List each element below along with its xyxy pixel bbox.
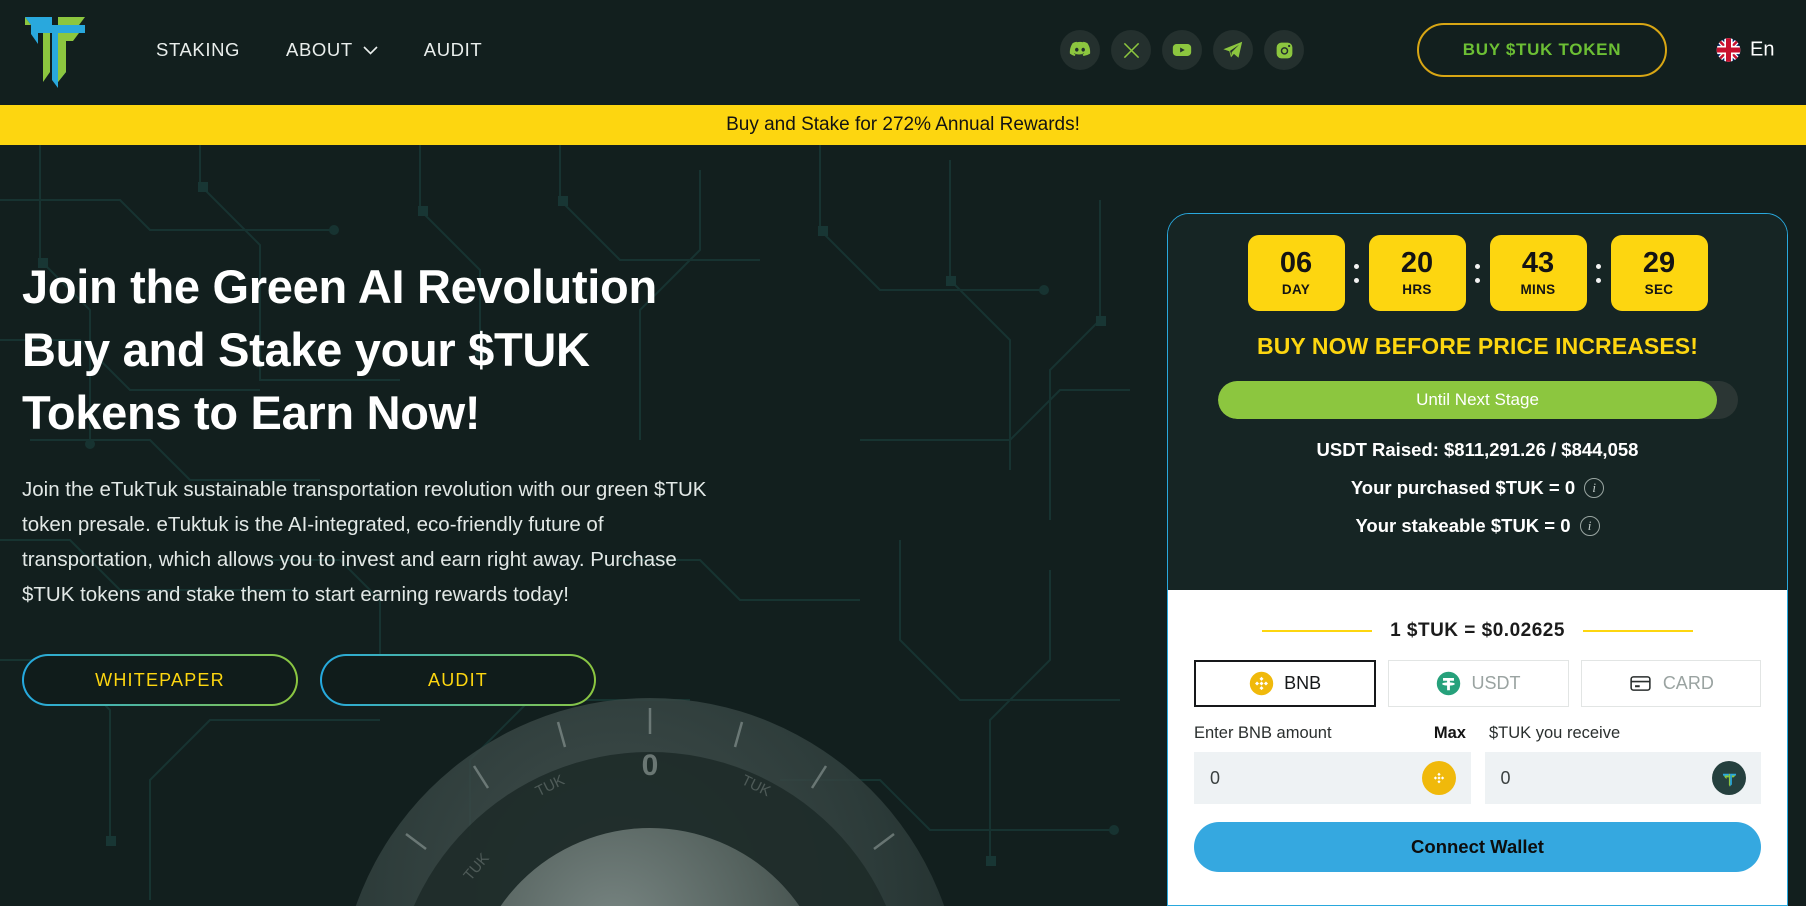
heading-line-3: Tokens to Earn Now! — [22, 386, 481, 439]
usdt-icon — [1437, 671, 1461, 696]
nav-item-staking[interactable]: STAKING — [156, 39, 240, 61]
field-labels-row: Enter BNB amount Max $TUK you receive — [1194, 724, 1761, 743]
purchase-form: 1 $TUK = $0.02625 BNB USDT CARD Enter BN… — [1168, 590, 1787, 905]
countdown-timer: 06 DAY 20 HRS 43 MINS 29 SEC — [1168, 235, 1787, 311]
card-icon — [1630, 676, 1651, 691]
nav-label-about: ABOUT — [286, 39, 353, 60]
stakeable-info-icon[interactable]: i — [1579, 516, 1600, 536]
rate-divider-right — [1582, 630, 1693, 632]
telegram-link[interactable] — [1213, 30, 1253, 70]
buy-now-headline: BUY NOW BEFORE PRICE INCREASES! — [1257, 333, 1698, 359]
countdown-minutes-value: 43 — [1521, 247, 1555, 279]
audit-button[interactable]: AUDIT — [320, 654, 596, 706]
instagram-link[interactable] — [1264, 30, 1304, 70]
nav-label-audit: AUDIT — [423, 39, 483, 60]
stakeable-tuk-text: Your stakeable $TUK = 0 — [1355, 515, 1571, 536]
language-selector[interactable]: En — [1716, 38, 1774, 63]
pay-amount-field[interactable] — [1194, 752, 1471, 804]
telegram-icon — [1223, 41, 1243, 58]
payment-tab-card[interactable]: CARD — [1580, 660, 1761, 707]
nav-item-about[interactable]: ABOUT — [286, 39, 378, 61]
tuk-field-icon — [1712, 761, 1746, 795]
uk-flag-icon — [1716, 38, 1741, 62]
heading-line-2: Buy and Stake your $TUK — [22, 323, 590, 376]
purchased-info-icon[interactable]: i — [1584, 478, 1605, 498]
site-header: STAKING ABOUT AUDIT BUY $TUK TOKEN En — [0, 0, 1806, 100]
countdown-separator — [1587, 235, 1611, 311]
instagram-icon — [1276, 42, 1292, 58]
discord-link[interactable] — [1060, 30, 1100, 70]
svg-text:0: 0 — [642, 749, 659, 782]
usdt-raised-stat: USDT Raised: $811,291.26 / $844,058 — [1168, 439, 1787, 461]
whitepaper-button-label: WHITEPAPER — [23, 655, 297, 705]
presale-progress-bar: Until Next Stage — [1217, 381, 1738, 419]
countdown-days: 06 DAY — [1247, 235, 1345, 311]
countdown-days-unit: DAY — [1281, 282, 1311, 297]
buy-tuk-token-button[interactable]: BUY $TUK TOKEN — [1417, 23, 1667, 77]
payment-tab-bnb-label: BNB — [1284, 673, 1322, 693]
amount-fields-row — [1194, 752, 1761, 804]
countdown-hours-unit: HRS — [1402, 282, 1432, 297]
purchased-tuk-text: Your purchased $TUK = 0 — [1350, 477, 1576, 498]
x-twitter-link[interactable] — [1111, 30, 1151, 70]
countdown-seconds-value: 29 — [1642, 247, 1676, 279]
payment-method-tabs: BNB USDT CARD — [1194, 660, 1761, 707]
token-rate-row: 1 $TUK = $0.02625 — [1194, 590, 1761, 642]
page-title: Join the Green AI Revolution Buy and Sta… — [22, 255, 762, 444]
usdt-raised-text: USDT Raised: $811,291.26 / $844,058 — [1316, 439, 1639, 460]
discord-icon — [1069, 41, 1091, 57]
youtube-icon — [1172, 44, 1192, 56]
promo-banner-text: Buy and Stake for 272% Annual Rewards! — [726, 114, 1080, 135]
payment-tab-bnb[interactable]: BNB — [1194, 660, 1377, 707]
audit-button-label: AUDIT — [321, 655, 595, 705]
heading-line-1: Join the Green AI Revolution — [22, 260, 657, 313]
countdown-days-value: 06 — [1279, 247, 1313, 279]
amount-field-label: Enter BNB amount — [1194, 724, 1332, 742]
countdown-separator — [1345, 235, 1369, 311]
svg-text:TUK: TUK — [460, 850, 492, 884]
hero-buttons: WHITEPAPER AUDIT — [22, 654, 762, 706]
chevron-down-icon — [363, 45, 378, 55]
rate-divider-left — [1262, 630, 1373, 632]
bnb-icon — [1249, 671, 1274, 696]
connect-wallet-button[interactable]: Connect Wallet — [1194, 822, 1761, 872]
youtube-link[interactable] — [1162, 30, 1202, 70]
presale-widget: 06 DAY 20 HRS 43 MINS 29 SEC BUY NOW BEF… — [1167, 213, 1788, 906]
page-root: 0 20 30 90 70 TUK TUK TUK TUK TUK — [0, 0, 1806, 906]
whitepaper-button[interactable]: WHITEPAPER — [22, 654, 298, 706]
svg-text:TUK: TUK — [533, 772, 567, 800]
countdown-hours-value: 20 — [1400, 247, 1434, 279]
hero-section: Join the Green AI Revolution Buy and Sta… — [22, 255, 762, 706]
receive-field-label: $TUK you receive — [1489, 724, 1621, 742]
x-twitter-icon — [1123, 42, 1139, 58]
countdown-separator — [1466, 235, 1490, 311]
countdown-hours: 20 HRS — [1368, 235, 1466, 311]
presale-widget-dark-area: 06 DAY 20 HRS 43 MINS 29 SEC BUY NOW BEF… — [1168, 214, 1787, 590]
presale-progress-label: Until Next Stage — [1416, 390, 1539, 409]
max-button[interactable]: Max — [1434, 724, 1466, 743]
nav-item-audit[interactable]: AUDIT — [424, 39, 483, 61]
payment-tab-usdt[interactable]: USDT — [1388, 660, 1569, 707]
countdown-seconds-unit: SEC — [1644, 282, 1674, 297]
etuktuk-logo[interactable] — [22, 12, 88, 88]
main-navigation: STAKING ABOUT AUDIT — [156, 39, 482, 61]
receive-amount-field[interactable] — [1484, 752, 1761, 804]
nav-label-staking: STAKING — [156, 39, 241, 60]
svg-text:TUK: TUK — [739, 772, 773, 800]
purchased-tuk-stat: Your purchased $TUK = 0 i — [1168, 477, 1787, 499]
social-links — [1060, 30, 1304, 70]
countdown-minutes: 43 MINS — [1489, 235, 1587, 311]
language-label: En — [1750, 38, 1775, 61]
promo-banner: Buy and Stake for 272% Annual Rewards! — [0, 105, 1806, 145]
bnb-field-icon — [1421, 761, 1456, 795]
payment-tab-usdt-label: USDT — [1471, 673, 1521, 693]
stakeable-tuk-stat: Your stakeable $TUK = 0 i — [1168, 515, 1787, 537]
hero-paragraph: Join the eTukTuk sustainable transportat… — [22, 478, 707, 606]
vault-dial-graphic: 0 20 30 90 70 TUK TUK TUK TUK TUK — [355, 698, 945, 906]
countdown-minutes-unit: MINS — [1520, 282, 1556, 297]
payment-tab-card-label: CARD — [1662, 673, 1714, 693]
token-rate-text: 1 $TUK = $0.02625 — [1390, 620, 1565, 641]
countdown-seconds: 29 SEC — [1610, 235, 1708, 311]
